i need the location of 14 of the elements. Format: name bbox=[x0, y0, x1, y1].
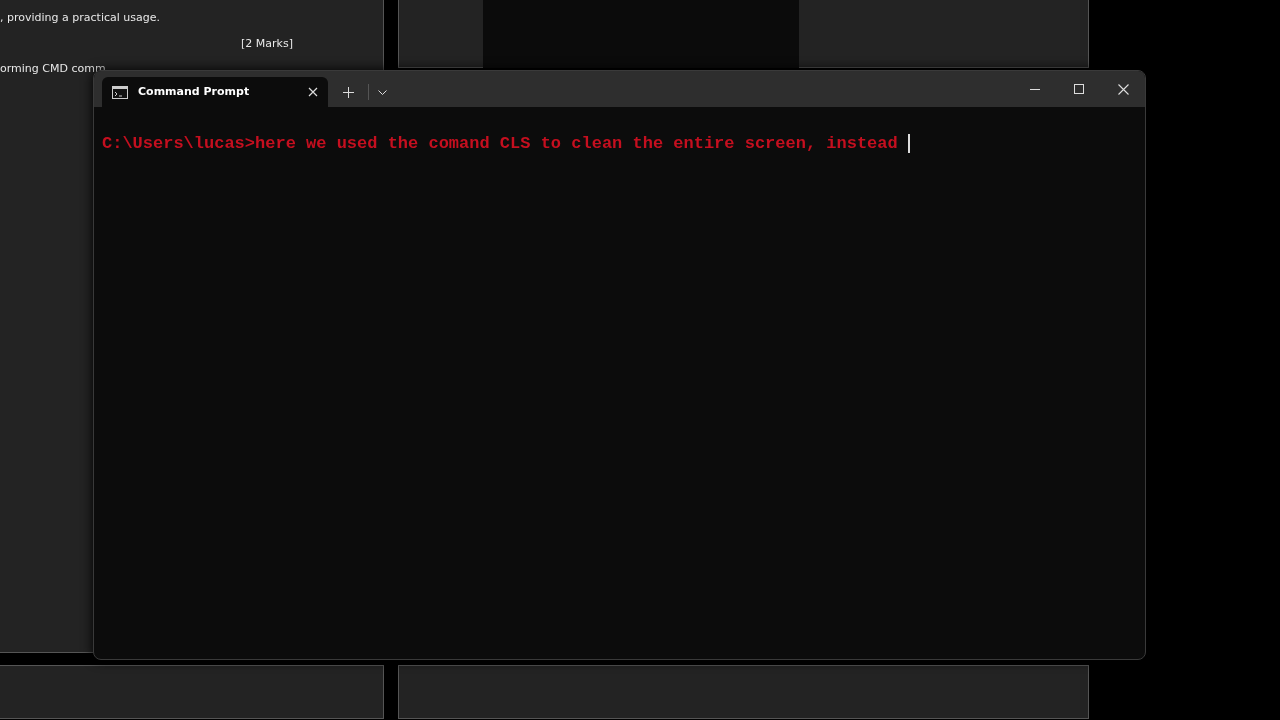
plus-icon bbox=[342, 86, 354, 98]
close-icon bbox=[1117, 83, 1129, 95]
tab-title: Command Prompt bbox=[138, 83, 251, 100]
terminal-icon bbox=[112, 85, 128, 99]
console-text: C:\Users\lucas>here we used the comand CLS to clean the entire screen, instead bbox=[102, 133, 899, 155]
terminal-tab[interactable]: Command Prompt bbox=[102, 77, 328, 107]
minimize-icon bbox=[1030, 88, 1040, 90]
question-text: orming CMD comm bbox=[0, 61, 106, 77]
maximize-icon bbox=[1074, 84, 1084, 94]
close-icon[interactable] bbox=[308, 87, 318, 97]
marks-label: [2 Marks] bbox=[241, 36, 293, 52]
caret-icon bbox=[377, 89, 387, 95]
question-text: , providing a practical usage. bbox=[0, 10, 160, 26]
text-cursor bbox=[907, 134, 910, 154]
